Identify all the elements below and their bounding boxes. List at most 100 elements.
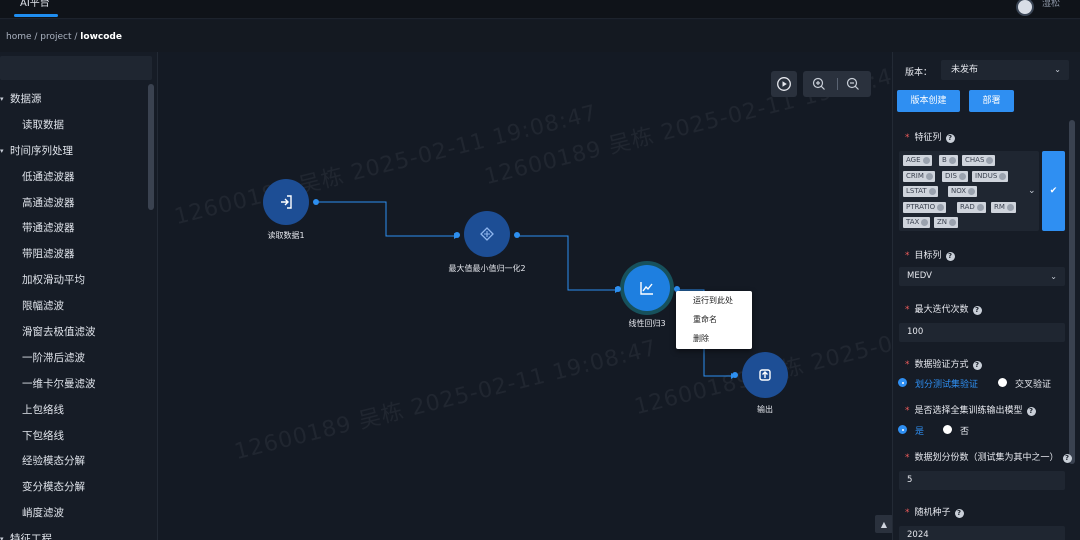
node-input-port[interactable] (454, 232, 460, 238)
node-linear-regression[interactable] (624, 265, 670, 311)
radio-label[interactable]: 划分测试集验证 (915, 377, 978, 390)
sidebar-item-label: 限幅滤波 (22, 300, 64, 313)
sidebar-item[interactable]: 限幅滤波 (0, 294, 148, 320)
sidebar-item[interactable]: 低通滤波器 (0, 165, 148, 191)
breadcrumb-current: lowcode (80, 32, 122, 42)
sidebar-item[interactable]: 一维卡尔曼滤波 (0, 372, 148, 398)
node-output[interactable] (742, 352, 788, 398)
chevron-down-icon: ⌄ (1028, 186, 1036, 196)
zoom-out-icon[interactable] (845, 76, 861, 92)
sidebar-item-label: 变分模态分解 (22, 481, 85, 494)
divider (837, 78, 838, 90)
feature-tag[interactable]: AGE (903, 155, 932, 166)
sidebar-item[interactable]: 读取数据 (0, 113, 148, 139)
sidebar-scrollbar[interactable] (148, 84, 154, 210)
help-icon: ? (945, 134, 955, 143)
validation-method-label: * 数据验证方式? (905, 357, 982, 370)
version-value: 未发布 (951, 65, 979, 75)
feature-tag[interactable]: RM (991, 202, 1016, 213)
sidebar-group[interactable]: ▾ 数据源 (0, 87, 148, 113)
flow-canvas[interactable]: 12600189 吴栋 2025-02-11 19:08:47 12600189… (157, 52, 892, 540)
app-title[interactable]: AI平台 (20, 0, 50, 9)
create-version-button[interactable]: 版本创建 (897, 90, 960, 112)
breadcrumb-project[interactable]: project (40, 32, 71, 42)
sidebar-item[interactable]: 滑窗去极值滤波 (0, 320, 148, 346)
version-select[interactable]: 未发布 ⌄ (941, 60, 1069, 80)
feature-tag[interactable]: CRIM (903, 171, 935, 182)
radio-split-test[interactable] (898, 378, 907, 387)
sidebar-item[interactable]: 加权滑动平均 (0, 268, 148, 294)
feature-tag[interactable]: B (939, 155, 958, 166)
close-icon (949, 219, 957, 226)
radio-no[interactable] (943, 425, 952, 434)
confirm-features-button[interactable]: ✔ (1042, 151, 1065, 231)
sidebar-item[interactable]: 下包络线 (0, 424, 148, 450)
sidebar-item[interactable]: 带阻滤波器 (0, 242, 148, 268)
user-name[interactable]: 湿松 (1042, 0, 1060, 9)
menu-item-rename[interactable]: 重命名 (676, 314, 752, 325)
sidebar-group[interactable]: ▾ 时间序列处理 (0, 139, 148, 165)
max-iterations-label: * 最大迭代次数? (905, 302, 982, 315)
feature-tag[interactable]: ZN (934, 217, 959, 228)
properties-panel: 版本： 未发布 ⌄ 版本创建 部署 * 特征列? AGE B CHAS CRIM … (892, 52, 1080, 540)
sidebar-item[interactable]: 带通滤波器 (0, 216, 148, 242)
breadcrumb-bar: home / project / lowcode (0, 20, 1080, 52)
scroll-top-button[interactable]: ▲ (875, 515, 892, 533)
sidebar-item-label: 高通滤波器 (22, 196, 75, 209)
node-output-port[interactable] (514, 232, 520, 238)
sidebar-item[interactable]: 高通滤波器 (0, 191, 148, 217)
radio-label[interactable]: 是 (915, 424, 924, 437)
close-icon (922, 157, 930, 164)
menu-item-delete[interactable]: 删除 (676, 333, 752, 344)
node-input-port[interactable] (732, 372, 738, 378)
run-button[interactable] (771, 71, 797, 97)
feature-tag[interactable]: TAX (903, 217, 931, 228)
top-bar: AI平台 湿松 (0, 0, 1080, 19)
split-count-input[interactable]: 5 (899, 471, 1065, 490)
deploy-button[interactable]: 部署 (969, 90, 1014, 112)
random-seed-input[interactable]: 2024 (899, 526, 1065, 540)
radio-cross-validation[interactable] (998, 378, 1007, 387)
zoom-controls (803, 71, 871, 97)
node-output-port[interactable] (313, 199, 319, 205)
check-icon: ✔ (1049, 186, 1058, 196)
close-icon (976, 204, 984, 211)
panel-scrollbar[interactable] (1069, 120, 1075, 464)
feature-tag[interactable]: PTRATIO (903, 202, 947, 213)
split-count-label: * 数据划分份数（测试集为其中之一）? (905, 450, 1072, 463)
close-icon (986, 157, 994, 164)
target-column-select[interactable]: MEDV ⌄ (899, 267, 1065, 286)
help-icon: ? (954, 509, 964, 518)
radio-label[interactable]: 否 (960, 424, 969, 437)
caret-down-icon: ▾ (0, 146, 4, 155)
feature-tag[interactable]: LSTAT (903, 186, 938, 197)
max-iterations-input[interactable]: 100 (899, 323, 1065, 342)
sidebar-item[interactable]: 变分模态分解 (0, 475, 148, 501)
feature-tag[interactable]: INDUS (972, 171, 1009, 182)
radio-yes[interactable] (898, 425, 907, 434)
feature-tag[interactable]: RAD (957, 202, 986, 213)
full-set-training-label: * 是否选择全集训练输出模型? (905, 403, 1036, 416)
help-icon: ? (1026, 407, 1036, 416)
close-icon (925, 173, 933, 180)
avatar[interactable] (1016, 0, 1034, 16)
breadcrumb-home[interactable]: home (6, 32, 32, 42)
feature-tag[interactable]: NOX (948, 186, 978, 197)
sidebar-item[interactable]: 经验模态分解 (0, 449, 148, 475)
component-search-input[interactable] (0, 56, 152, 80)
node-input-port[interactable] (615, 286, 621, 292)
radio-label[interactable]: 交叉验证 (1015, 377, 1051, 390)
node-normalize[interactable] (464, 211, 510, 257)
sidebar-item[interactable]: 上包络线 (0, 398, 148, 424)
menu-item-run-to-here[interactable]: 运行到此处 (676, 295, 752, 306)
sidebar-item-label: 低通滤波器 (22, 170, 75, 183)
feature-columns-select[interactable]: AGE B CHAS CRIM DIS INDUS LSTAT NOX PTRA… (899, 151, 1039, 231)
node-read-data[interactable] (263, 179, 309, 225)
feature-tag[interactable]: DIS (942, 171, 968, 182)
sidebar-item-label: 数据源 (10, 93, 42, 105)
sidebar-item[interactable]: 峭度滤波 (0, 501, 148, 527)
feature-tag[interactable]: CHAS (962, 155, 996, 166)
sidebar-group[interactable]: ▾ 特征工程 (0, 527, 148, 540)
zoom-in-icon[interactable] (811, 76, 827, 92)
sidebar-item[interactable]: 一阶滞后滤波 (0, 346, 148, 372)
